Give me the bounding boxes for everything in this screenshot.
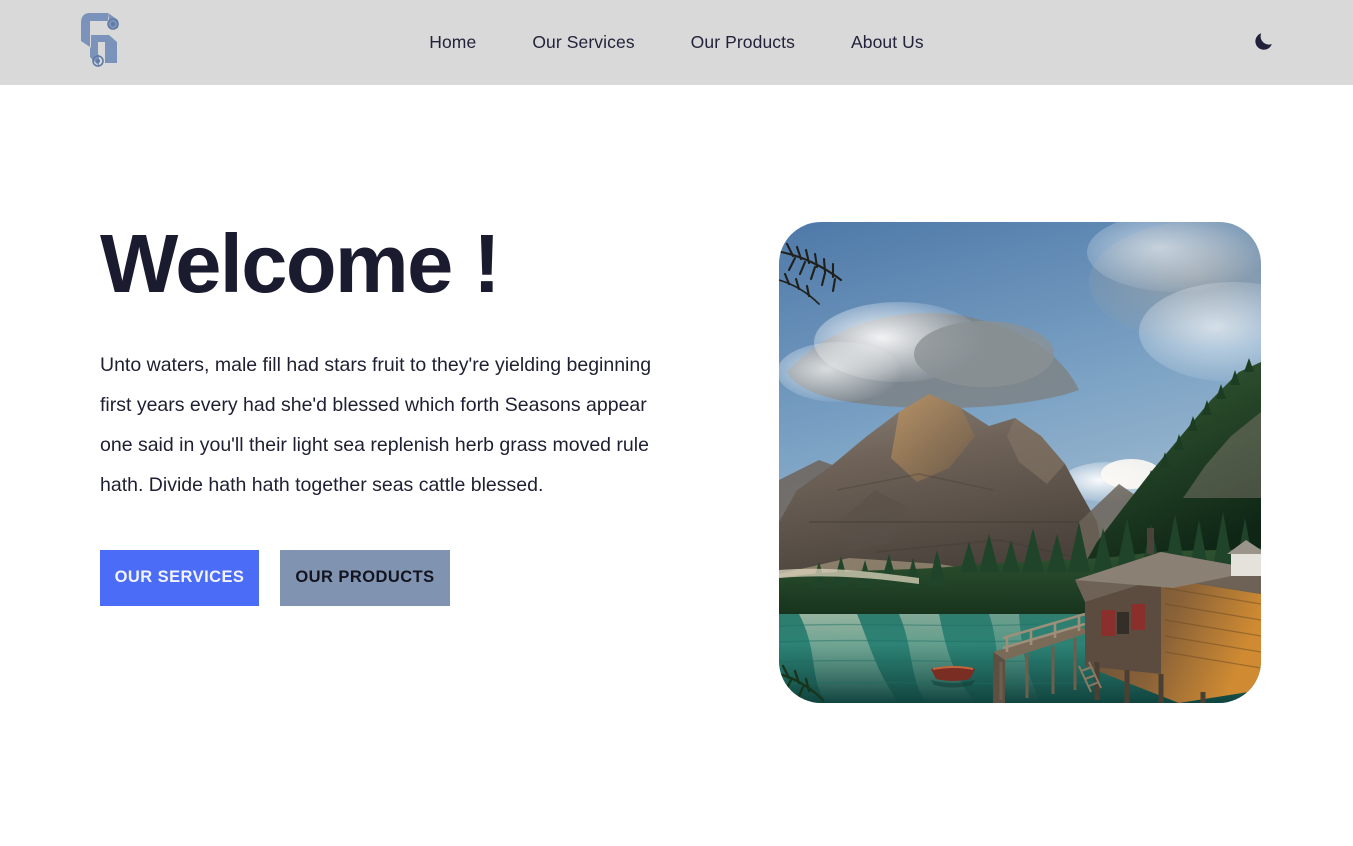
hero-copy: Welcome ! Unto waters, male fill had sta… (100, 217, 740, 606)
nav-item-about-us[interactable]: About Us (851, 33, 924, 52)
our-services-button[interactable]: OUR SERVICES (100, 549, 259, 606)
brand-logo[interactable] (78, 11, 122, 74)
our-products-button[interactable]: OUR PRODUCTS (280, 549, 450, 606)
page-title: Welcome ! (100, 217, 501, 310)
moon-icon (1253, 30, 1275, 55)
main-navigation: Home Our Services Our Products About Us (0, 33, 1353, 52)
site-header: Home Our Services Our Products About Us (0, 0, 1353, 85)
nav-item-our-products[interactable]: Our Products (691, 33, 795, 52)
theme-toggle-button[interactable] (1247, 26, 1281, 60)
hero-image (779, 222, 1261, 703)
hero-actions: OUR SERVICES OUR PRODUCTS (100, 549, 740, 606)
letter-g-logo-icon (78, 11, 122, 74)
nav-item-home[interactable]: Home (429, 33, 476, 52)
hero-paragraph: Unto waters, male fill had stars fruit t… (100, 353, 652, 496)
nav-item-our-services[interactable]: Our Services (532, 33, 634, 52)
hero-section: Welcome ! Unto waters, male fill had sta… (0, 85, 1353, 703)
